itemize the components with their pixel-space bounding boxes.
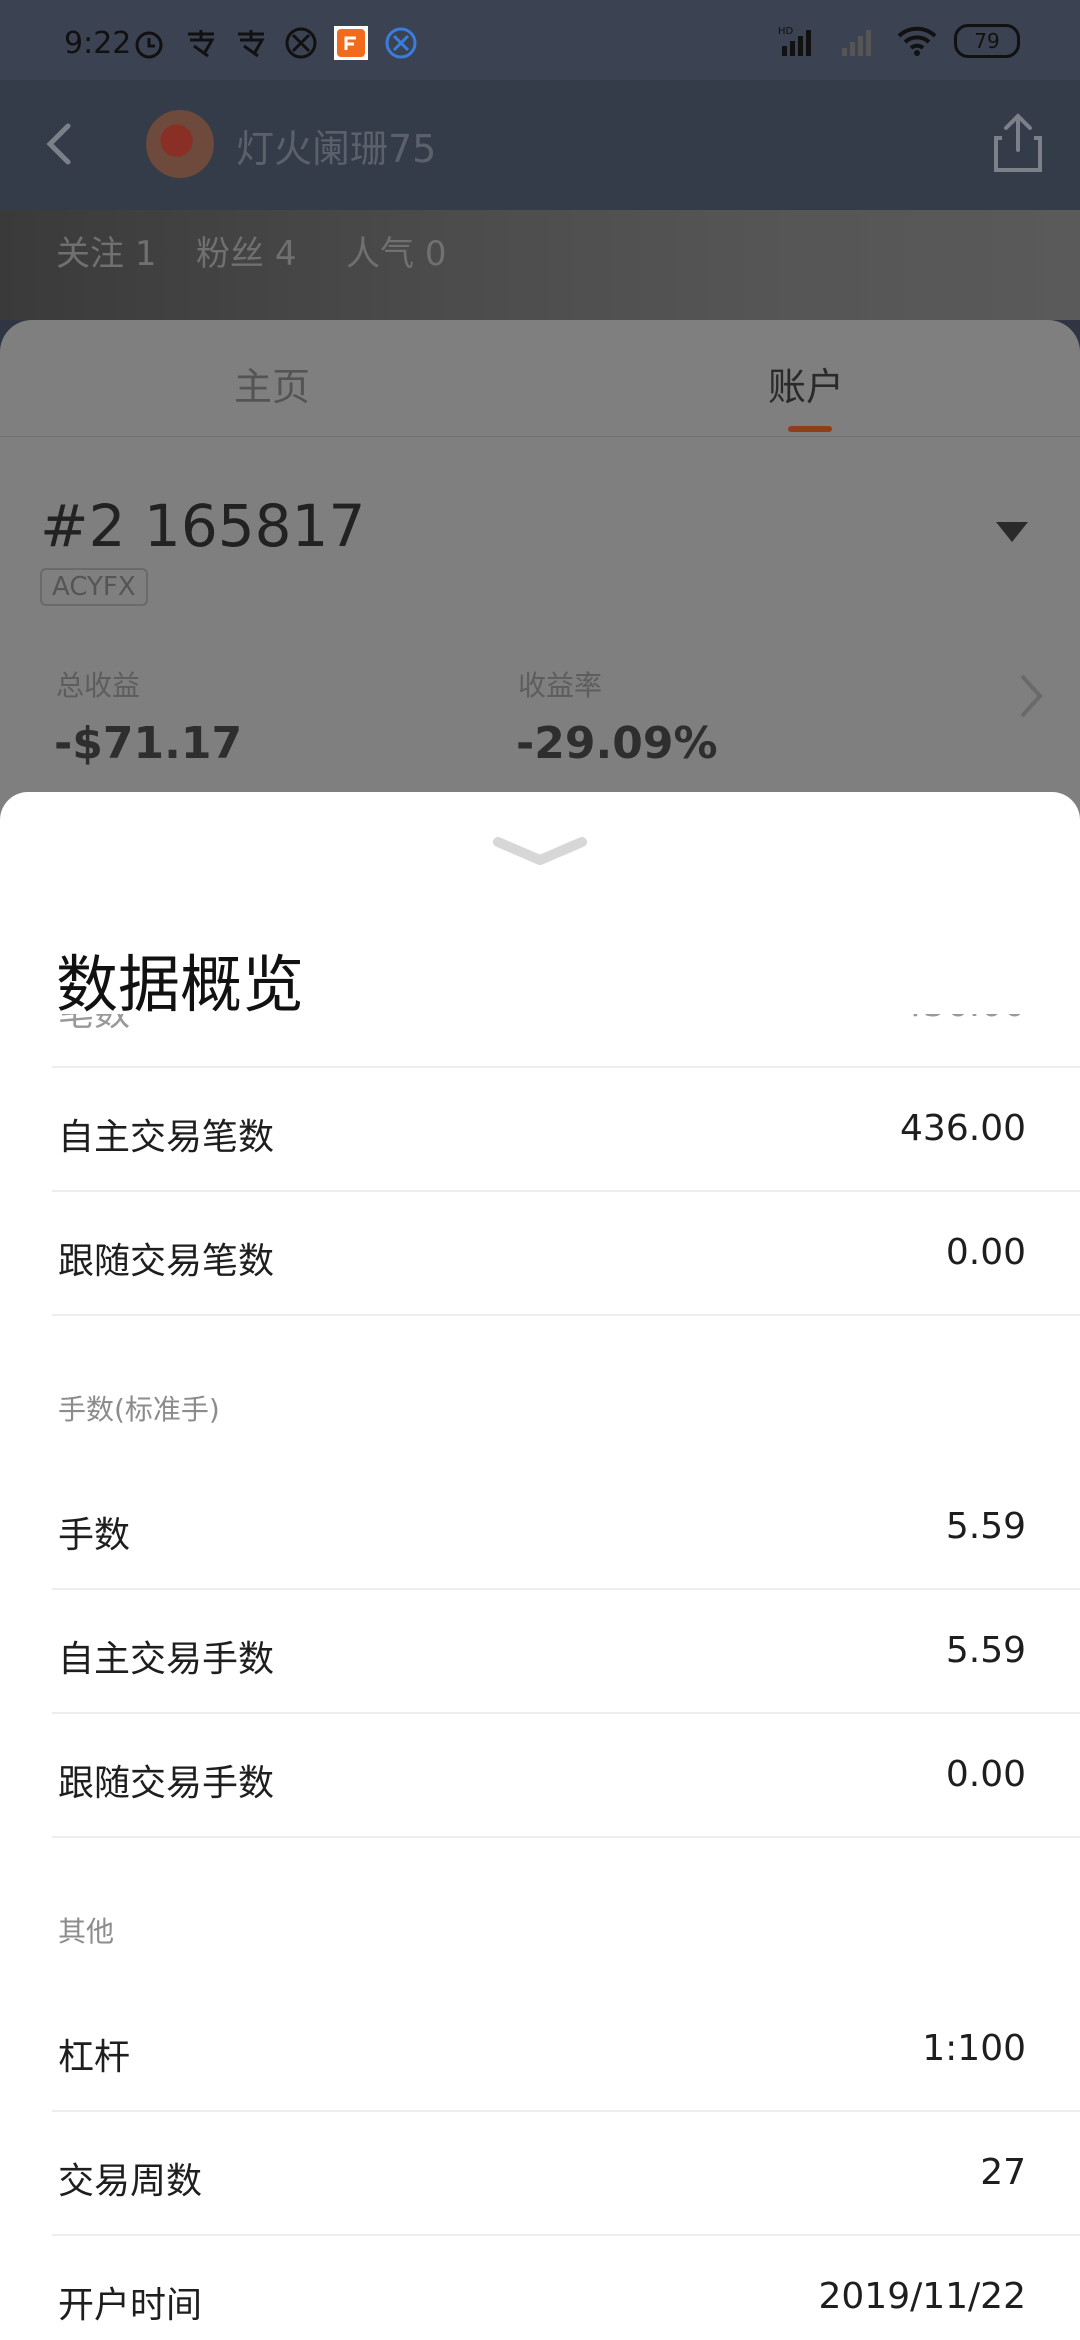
avatar[interactable] <box>146 110 214 178</box>
row-label: 自主交易手数 <box>58 1639 275 1680</box>
blue-app-icon <box>385 27 417 59</box>
list-item: 跟随交易笔数 0.00 <box>52 1192 1080 1316</box>
profile-stats: 关注 1 粉丝 4 人气 0 <box>0 210 1080 320</box>
tab-account[interactable]: 账户 <box>768 356 844 411</box>
active-tab-indicator <box>788 426 832 432</box>
profile-name: 灯火阑珊75 <box>236 127 437 171</box>
share-icon[interactable] <box>988 110 1048 176</box>
tab-bar: 主页 账户 <box>0 320 1080 437</box>
stat-followers[interactable]: 粉丝 4 <box>196 226 296 275</box>
row-label: 自主交易笔数 <box>58 1117 275 1158</box>
row-value: 0.00 <box>945 1754 1026 1795</box>
stat-following[interactable]: 关注 1 <box>56 226 156 275</box>
status-bar: 9:22 HD 79 <box>0 0 1080 80</box>
section-header-other: 其他 <box>58 1915 115 1948</box>
wifi-icon <box>897 26 937 56</box>
back-arrow-icon[interactable] <box>32 116 88 172</box>
status-time: 9:22 <box>64 26 132 61</box>
svg-text:HD: HD <box>778 26 794 37</box>
return-rate-label: 收益率 <box>518 669 603 702</box>
sheet-title: 数据概览 <box>56 948 305 1021</box>
dropdown-triangle-icon[interactable] <box>994 520 1030 544</box>
row-label: 跟随交易手数 <box>58 1763 275 1804</box>
chevron-right-icon[interactable] <box>1016 670 1048 722</box>
profile-header: 灯火阑珊75 <box>0 80 1080 210</box>
data-list: 笔数 436.00 自主交易笔数 436.00 跟随交易笔数 0.00 手数(标… <box>0 1014 1080 2340</box>
row-value: 1:100 <box>922 2028 1026 2069</box>
broker-tag: ACYFX <box>40 568 148 606</box>
total-profit-label: 总收益 <box>56 669 141 702</box>
row-value: 5.59 <box>945 1630 1026 1671</box>
list-item: 交易周数 27 <box>52 2112 1080 2236</box>
account-card: 主页 账户 #2 165817 ACYFX 总收益 -$71.17 收益率 -2… <box>0 320 1080 840</box>
signal-hd-icon: HD <box>778 26 811 56</box>
row-label: 交易周数 <box>58 2161 203 2202</box>
list-item: 自主交易手数 5.59 <box>52 1590 1080 1714</box>
signal-icon <box>842 30 871 56</box>
tab-home[interactable]: 主页 <box>234 356 310 411</box>
section-header-lots: 手数(标准手) <box>58 1393 220 1426</box>
row-label: 跟随交易笔数 <box>58 1241 275 1282</box>
row-label: 杠杆 <box>58 2037 131 2078</box>
app-notification-icon <box>285 27 317 59</box>
account-number: #2 165817 <box>40 492 366 560</box>
row-label: 开户时间 <box>58 2285 203 2326</box>
list-item: 笔数 436.00 <box>52 1014 1080 1068</box>
alarm-icon <box>135 31 163 59</box>
battery-indicator: 79 <box>954 24 1020 58</box>
row-value: 436.00 <box>900 1108 1026 1149</box>
row-value: 2019/11/22 <box>818 2276 1027 2317</box>
return-rate-value: -29.09% <box>516 718 718 769</box>
list-item: 跟随交易手数 0.00 <box>52 1714 1080 1838</box>
alipay-icon <box>188 30 215 58</box>
total-profit-value: -$71.17 <box>54 718 243 769</box>
alipay-icon <box>238 30 265 58</box>
list-item: 自主交易笔数 436.00 <box>52 1068 1080 1192</box>
list-item: 杠杆 1:100 <box>52 1988 1080 2112</box>
stat-popularity[interactable]: 人气 0 <box>346 226 446 275</box>
row-value: 0.00 <box>945 1232 1026 1273</box>
row-value: 5.59 <box>945 1506 1026 1547</box>
orange-app-icon <box>334 26 368 60</box>
list-item: 手数 5.59 <box>52 1466 1080 1590</box>
list-item: 开户时间 2019/11/22 <box>52 2236 1080 2340</box>
data-overview-sheet: 数据概览 笔数 436.00 自主交易笔数 436.00 跟随交易笔数 0.00… <box>0 792 1080 2340</box>
collapse-chevron-icon[interactable] <box>490 830 590 870</box>
row-value: 27 <box>980 2152 1026 2193</box>
row-label: 手数 <box>58 1515 131 1556</box>
